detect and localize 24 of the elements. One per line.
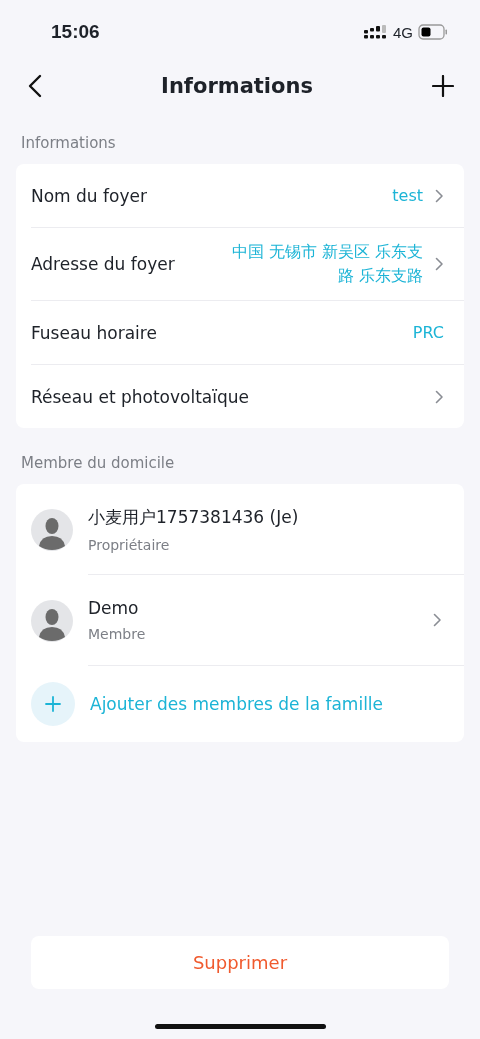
network-label: 4G: [393, 23, 413, 41]
member-row[interactable]: 小麦用户1757381436 (Je) Propriétaire: [16, 484, 464, 575]
member-name: Demo: [88, 598, 140, 618]
back-button[interactable]: [26, 72, 44, 100]
member-name: 小麦用户1757381436 (Je): [88, 505, 299, 529]
section-heading: Membre du domicile: [20, 453, 176, 474]
settings-row[interactable]: Fuseau horaire PRC: [31, 301, 464, 365]
battery-icon: [418, 24, 448, 40]
section-heading: Informations: [20, 133, 117, 154]
member-role: Membre: [88, 626, 146, 642]
setting-value: PRC: [412, 321, 444, 344]
avatar-icon: [31, 508, 73, 551]
settings-row[interactable]: Adresse du foyer 中国 无锡市 新吴区 乐东支路 乐东支路: [31, 228, 464, 301]
member-row[interactable]: Demo Membre: [16, 575, 464, 666]
member-role: Propriétaire: [88, 536, 171, 553]
settings-row[interactable]: Réseau et photovoltaïque: [31, 365, 464, 428]
signal-icon: [364, 25, 388, 39]
avatar-icon: [31, 599, 73, 642]
setting-value: 中国 无锡市 新吴区 乐东支路 乐东支路: [230, 241, 423, 287]
clock-time: 15:06: [51, 21, 100, 43]
page-title: Informations: [161, 74, 313, 98]
settings-row[interactable]: Nom du foyer test: [31, 164, 464, 228]
add-button[interactable]: [430, 73, 456, 99]
setting-value: test: [392, 184, 423, 207]
